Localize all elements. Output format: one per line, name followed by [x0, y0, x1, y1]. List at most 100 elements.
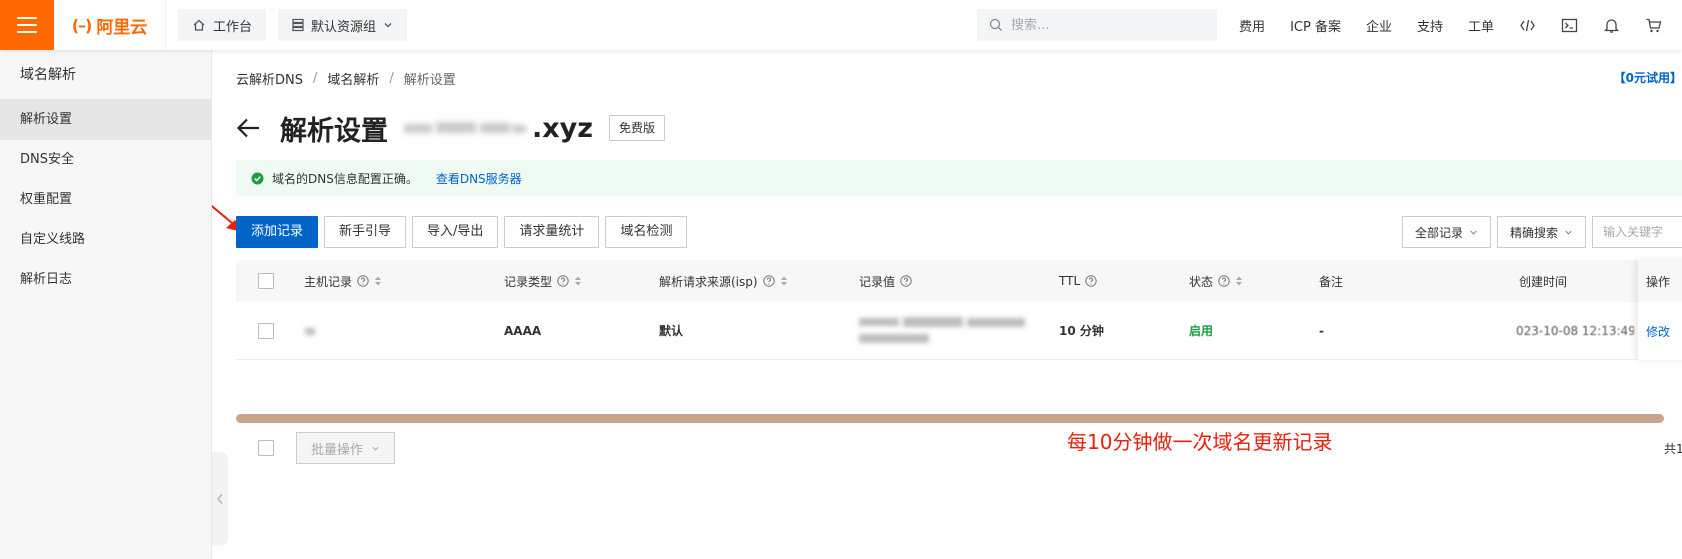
help-icon[interactable]: [557, 275, 569, 287]
sort-icon[interactable]: [374, 275, 382, 287]
col-created-label: 创建时间: [1519, 274, 1568, 289]
sidebar-item-resolve-logs[interactable]: 解析日志: [0, 260, 211, 300]
col-status: 状态: [1189, 260, 1243, 302]
stack-icon: [292, 18, 304, 32]
add-record-button[interactable]: 添加记录: [236, 216, 319, 248]
select-all-checkbox[interactable]: [258, 273, 274, 289]
nav-support[interactable]: 支持: [1417, 16, 1443, 35]
workbench-button[interactable]: 工作台: [178, 9, 267, 41]
code-icon[interactable]: [1519, 17, 1536, 34]
top-navigation-bar: (–) 阿里云 工作台 默认资源组 费用 ICP 备案 企业 支持 工单: [0, 0, 1682, 50]
beginner-guide-button[interactable]: 新手引导: [324, 216, 407, 248]
nav-tickets[interactable]: 工单: [1468, 16, 1494, 35]
sidebar: 域名解析 解析设置 DNS安全 权重配置 自定义线路 解析日志: [0, 50, 212, 559]
sidebar-title: 域名解析: [0, 50, 211, 100]
col-actions-label: 操作: [1638, 260, 1682, 302]
chevron-down-icon: [372, 446, 379, 451]
bell-icon[interactable]: [1603, 17, 1620, 34]
row-select-cell: [258, 302, 274, 359]
search-mode-value: 精确搜索: [1509, 225, 1558, 240]
view-dns-servers-link[interactable]: 查看DNS服务器: [436, 170, 522, 187]
batch-operation-label: 批量操作: [311, 442, 364, 458]
help-icon[interactable]: [762, 275, 775, 287]
dns-config-alert: 域名的DNS信息配置正确。 查看DNS服务器: [236, 160, 1682, 196]
table-row: AAAA 默认 10 分钟 启用 - 023-10-08 12:13:49: [236, 302, 1682, 360]
resource-group-label: 默认资源组: [311, 19, 377, 35]
total-count: 共1: [1664, 442, 1682, 456]
cell-actions: 修改: [1638, 302, 1682, 360]
cell-created: 023-10-08 12:13:49: [1516, 323, 1634, 338]
cell-type: AAAA: [504, 323, 542, 338]
cell-isp: 默认: [659, 324, 684, 338]
sidebar-item-dns-security[interactable]: DNS安全: [0, 140, 211, 180]
col-isp-label: 解析请求来源(isp): [659, 274, 758, 289]
sidebar-item-resolve-settings[interactable]: 解析设置: [0, 100, 211, 140]
domain-suffix: .xyz: [532, 112, 593, 144]
help-icon[interactable]: [1085, 275, 1097, 287]
table-header: 主机记录 记录类型 解析请求来源(isp) 记录值 TTL 状态 备注 创建时间: [236, 260, 1682, 302]
cell-status: 启用: [1189, 324, 1214, 338]
col-remark-label: 备注: [1319, 274, 1344, 289]
bottom-select-all-checkbox[interactable]: [258, 440, 274, 456]
help-icon[interactable]: [900, 275, 912, 287]
nav-enterprise[interactable]: 企业: [1366, 16, 1392, 35]
nav-billing[interactable]: 费用: [1239, 16, 1265, 35]
record-filter-select[interactable]: 全部记录: [1401, 216, 1491, 248]
menu-toggle-button[interactable]: [0, 0, 54, 50]
modify-record-link[interactable]: 修改: [1646, 323, 1670, 340]
back-arrow-icon[interactable]: [236, 115, 262, 141]
col-value: 记录值: [859, 260, 912, 302]
redacted-record-value: [859, 314, 1039, 348]
chevron-down-icon: [1470, 230, 1477, 235]
logo-text: 阿里云: [96, 17, 148, 38]
free-trial-link[interactable]: 【0元试用】: [1614, 69, 1682, 86]
domain-check-button[interactable]: 域名检测: [605, 216, 688, 248]
red-annotation-text: 每10分钟做一次域名更新记录: [1067, 430, 1333, 454]
request-stats-button[interactable]: 请求量统计: [504, 216, 600, 248]
col-value-label: 记录值: [859, 274, 896, 289]
help-icon[interactable]: [1218, 275, 1230, 287]
aliyun-logo[interactable]: (–) 阿里云: [54, 0, 166, 50]
breadcrumb-cloud-dns[interactable]: 云解析DNS: [236, 69, 303, 88]
col-host: 主机记录: [304, 260, 382, 302]
horizontal-scrollbar[interactable]: [236, 414, 1664, 423]
chevron-down-icon: [384, 23, 392, 28]
row-checkbox[interactable]: [258, 322, 274, 339]
terminal-icon[interactable]: [1561, 17, 1578, 34]
dns-records-table: 主机记录 记录类型 解析请求来源(isp) 记录值 TTL 状态 备注 创建时间…: [236, 260, 1682, 360]
col-ttl-label: TTL: [1059, 274, 1081, 288]
cell-value: [859, 302, 1039, 359]
main-content: 云解析DNS / 域名解析 / 解析设置 【0元试用】 解析设置 .xyz 免费…: [212, 50, 1682, 559]
sidebar-item-custom-lines[interactable]: 自定义线路: [0, 220, 211, 260]
check-circle-icon: [251, 172, 264, 184]
alert-message: 域名的DNS信息配置正确。: [272, 171, 418, 186]
redacted-domain: [400, 116, 530, 140]
chevron-down-icon: [1565, 230, 1572, 235]
nav-icp-filing[interactable]: ICP 备案: [1290, 16, 1341, 35]
sort-icon[interactable]: [574, 275, 582, 287]
page-title: 解析设置: [280, 115, 388, 147]
col-host-label: 主机记录: [304, 274, 353, 289]
global-search[interactable]: [977, 9, 1218, 41]
record-filter-value: 全部记录: [1414, 225, 1463, 240]
cart-icon[interactable]: [1645, 17, 1662, 34]
resource-group-selector[interactable]: 默认资源组: [278, 9, 408, 41]
search-input[interactable]: [1011, 17, 1202, 33]
keyword-search-input[interactable]: [1592, 216, 1682, 248]
col-ttl: TTL: [1059, 260, 1097, 302]
top-nav-links: 费用 ICP 备案 企业 支持 工单: [1239, 16, 1682, 35]
filter-toolbar: 全部记录 精确搜索: [1401, 216, 1682, 248]
search-mode-select[interactable]: 精确搜索: [1496, 216, 1586, 248]
batch-operation-button[interactable]: 批量操作: [296, 432, 396, 464]
sort-icon[interactable]: [780, 275, 788, 287]
col-status-label: 状态: [1189, 274, 1214, 289]
cell-remark: -: [1319, 323, 1324, 338]
domain-name: .xyz: [400, 113, 593, 144]
breadcrumb-domain-resolve[interactable]: 域名解析: [327, 69, 379, 88]
help-icon[interactable]: [357, 275, 369, 287]
sidebar-item-weight-config[interactable]: 权重配置: [0, 180, 211, 220]
breadcrumb-separator: /: [389, 71, 394, 86]
import-export-button[interactable]: 导入/导出: [412, 216, 499, 248]
col-type-label: 记录类型: [504, 274, 553, 289]
sort-icon[interactable]: [1235, 275, 1243, 287]
